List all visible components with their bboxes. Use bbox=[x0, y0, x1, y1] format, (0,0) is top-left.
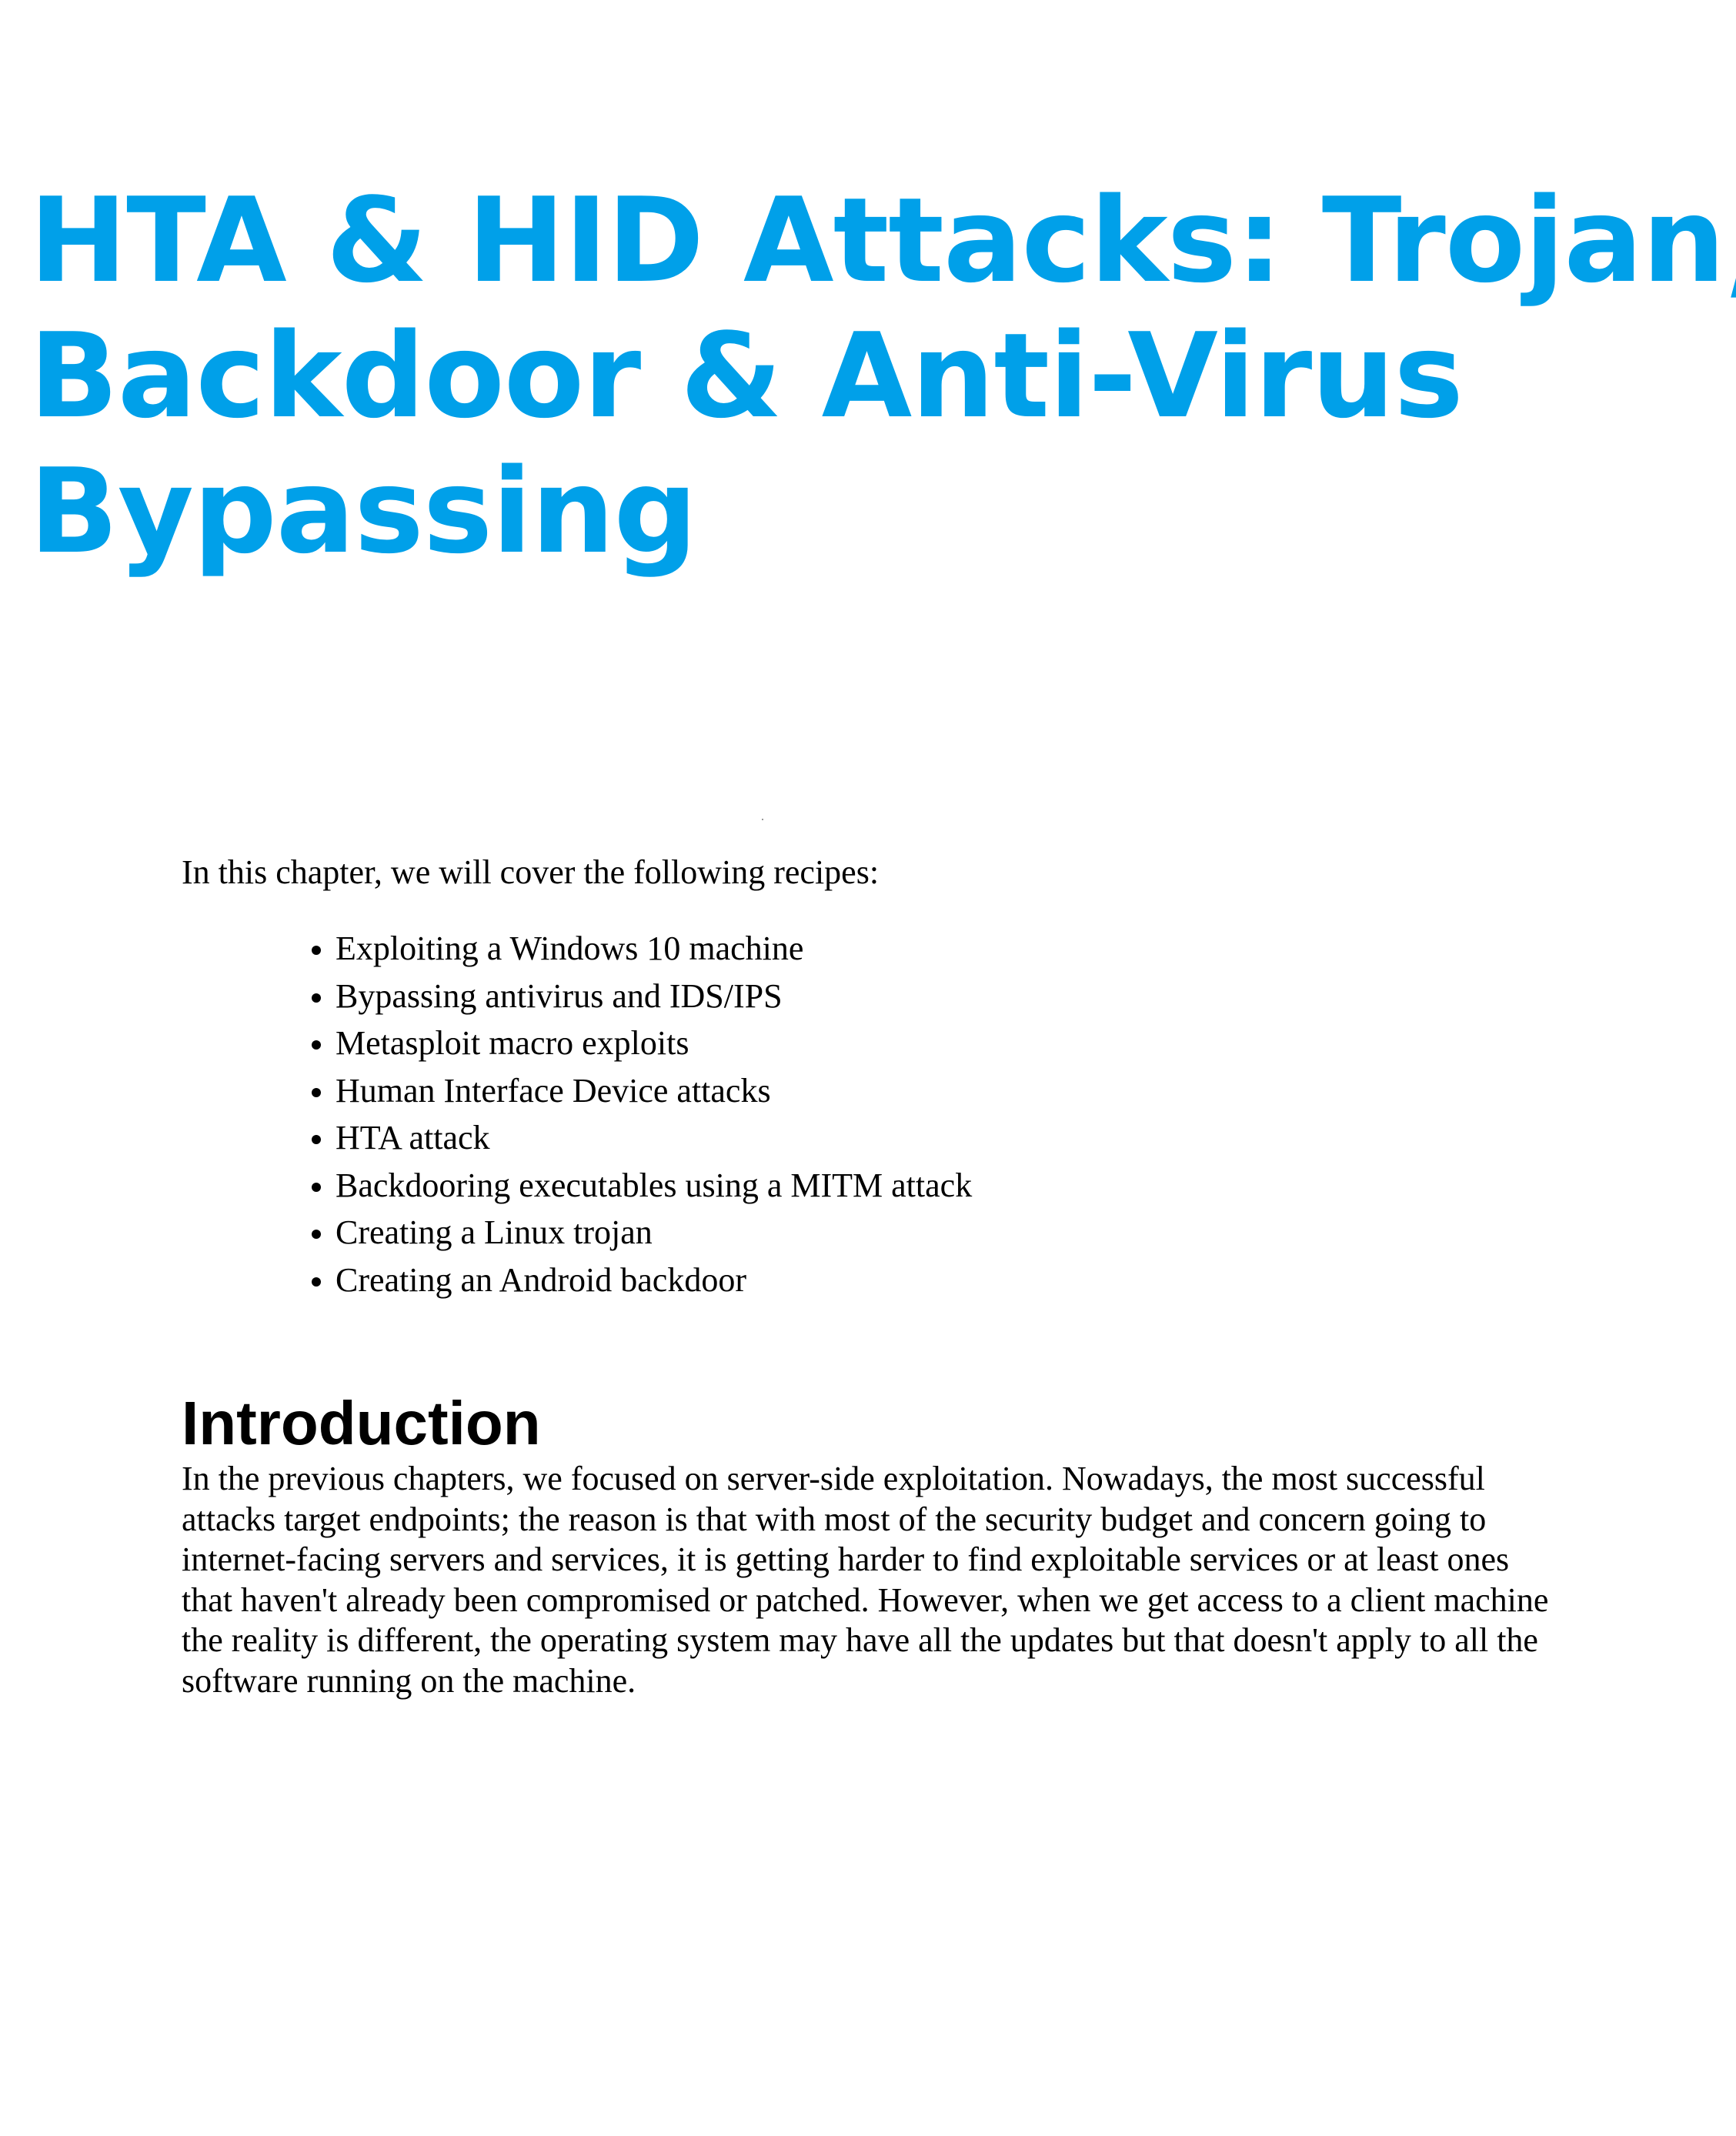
recipe-item: HTA attack bbox=[336, 1114, 1582, 1162]
stray-dot bbox=[762, 819, 763, 820]
chapter-content: In this chapter, we will cover the follo… bbox=[182, 853, 1582, 1701]
recipe-item: Exploiting a Windows 10 machine bbox=[336, 925, 1582, 973]
recipe-item: Human Interface Device attacks bbox=[336, 1067, 1582, 1115]
introduction-heading: Introduction bbox=[182, 1389, 541, 1457]
recipe-item: Bypassing antivirus and IDS/IPS bbox=[336, 973, 1582, 1020]
chapter-title: HTA & HID Attacks: Trojan, Backdoor & An… bbox=[29, 172, 1736, 579]
chapter-title-line: Backdoor & Anti-Virus bbox=[29, 308, 1464, 444]
chapter-title-line: Bypassing bbox=[29, 443, 697, 579]
recipe-item: Metasploit macro exploits bbox=[336, 1020, 1582, 1067]
recipe-item: Creating a Linux trojan bbox=[336, 1209, 1582, 1257]
recipe-item: Creating an Android backdoor bbox=[336, 1257, 1582, 1304]
chapter-title-line: HTA & HID Attacks: Trojan, bbox=[29, 172, 1736, 309]
recipe-list: Exploiting a Windows 10 machine Bypassin… bbox=[182, 925, 1582, 1303]
introduction-paragraph: In the previous chapters, we focused on … bbox=[182, 1460, 1549, 1700]
recipe-item: Backdooring executables using a MITM att… bbox=[336, 1162, 1582, 1210]
recipes-intro: In this chapter, we will cover the follo… bbox=[182, 853, 880, 891]
